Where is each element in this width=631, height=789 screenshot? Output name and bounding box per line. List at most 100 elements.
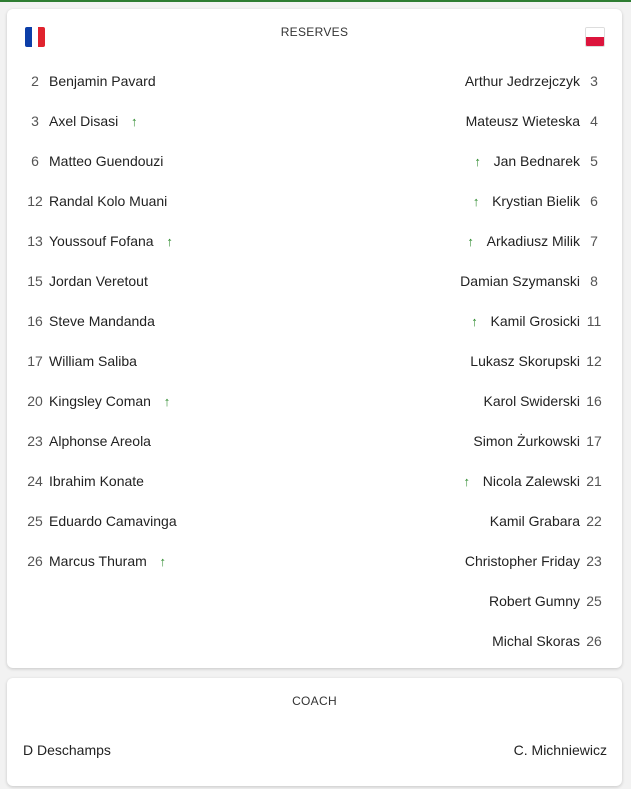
player-name[interactable]: Damian Szymanski (460, 273, 580, 289)
player-number: 8 (590, 273, 598, 289)
away-player-row[interactable]: Arthur Jedrzejczyk 3 (322, 61, 622, 101)
arrow-up-icon: ↑ (166, 233, 173, 249)
player-number: 22 (586, 513, 602, 529)
player-name[interactable]: Karol Swiderski (484, 393, 580, 409)
player-number: 25 (586, 593, 602, 609)
player-number: 15 (27, 273, 43, 289)
player-number: 5 (590, 153, 598, 169)
poland-flag-icon (585, 27, 605, 47)
away-player-row[interactable]: Simon Żurkowski 17 (322, 421, 622, 461)
away-coach-name[interactable]: C. Michniewicz (514, 742, 607, 758)
home-player-row[interactable]: 16 Steve Mandanda (7, 301, 307, 341)
away-player-row[interactable]: ↑ Nicola Zalewski 21 (322, 461, 622, 501)
player-number: 26 (586, 633, 602, 649)
player-number: 2 (31, 73, 39, 89)
player-number: 13 (27, 233, 43, 249)
player-number: 7 (590, 233, 598, 249)
player-number: 6 (31, 153, 39, 169)
away-player-row[interactable]: Damian Szymanski 8 (322, 261, 622, 301)
player-number: 23 (586, 553, 602, 569)
home-player-row[interactable]: 26 Marcus Thuram ↑ (7, 541, 307, 581)
player-name[interactable]: Steve Mandanda (49, 313, 155, 329)
arrow-up-icon: ↑ (471, 313, 478, 329)
player-name[interactable]: Randal Kolo Muani (49, 193, 167, 209)
home-player-row[interactable]: 25 Eduardo Camavinga (7, 501, 307, 541)
reserves-card: RESERVES 2 Benjamin Pavard 3 Axel Disasi ↑ 6 M… (7, 9, 622, 668)
away-player-row[interactable]: Mateusz Wieteska 4 (322, 101, 622, 141)
player-name[interactable]: Jordan Veretout (49, 273, 148, 289)
arrow-up-icon: ↑ (474, 153, 481, 169)
player-name[interactable]: Benjamin Pavard (49, 73, 156, 89)
player-name[interactable]: Jan Bednarek (494, 153, 580, 169)
player-number: 17 (586, 433, 602, 449)
player-number: 12 (586, 353, 602, 369)
player-number: 20 (27, 393, 43, 409)
home-player-row[interactable]: 20 Kingsley Coman ↑ (7, 381, 307, 421)
player-number: 17 (27, 353, 43, 369)
player-name[interactable]: William Saliba (49, 353, 137, 369)
player-name[interactable]: Christopher Friday (465, 553, 580, 569)
arrow-up-icon: ↑ (463, 473, 471, 489)
player-name[interactable]: Arthur Jedrzejczyk (465, 73, 580, 89)
player-name[interactable]: Kamil Grabara (490, 513, 580, 529)
player-name[interactable]: Eduardo Camavinga (49, 513, 177, 529)
player-number: 21 (586, 473, 602, 489)
home-player-row[interactable]: 3 Axel Disasi ↑ (7, 101, 307, 141)
player-name[interactable]: Alphonse Areola (49, 433, 151, 449)
home-player-row[interactable]: 24 Ibrahim Konate (7, 461, 307, 501)
away-player-row[interactable]: Christopher Friday 23 (322, 541, 622, 581)
home-player-row[interactable]: 12 Randal Kolo Muani (7, 181, 307, 221)
away-player-row[interactable]: Lukasz Skorupski 12 (322, 341, 622, 381)
player-number: 25 (27, 513, 43, 529)
player-name[interactable]: Ibrahim Konate (49, 473, 144, 489)
away-player-row[interactable]: ↑ Arkadiusz Milik 7 (322, 221, 622, 261)
player-number: 23 (27, 433, 43, 449)
player-name[interactable]: Axel Disasi (49, 113, 118, 129)
coach-card: COACH D Deschamps C. Michniewicz (7, 678, 622, 786)
player-number: 6 (590, 193, 598, 209)
home-player-row[interactable]: 15 Jordan Veretout (7, 261, 307, 301)
arrow-up-icon: ↑ (472, 193, 480, 209)
home-player-row[interactable]: 13 Youssouf Fofana ↑ (7, 221, 307, 261)
top-accent-line (0, 0, 631, 2)
player-name[interactable]: Kingsley Coman (49, 393, 151, 409)
away-player-row[interactable]: Robert Gumny 25 (322, 581, 622, 621)
player-name[interactable]: Matteo Guendouzi (49, 153, 163, 169)
away-player-row[interactable]: ↑ Kamil Grosicki 11 (322, 301, 622, 341)
player-number: 26 (27, 553, 43, 569)
home-coach-name[interactable]: D Deschamps (23, 742, 111, 758)
arrow-up-icon: ↑ (159, 553, 167, 569)
player-number: 24 (27, 473, 43, 489)
player-name[interactable]: Youssouf Fofana (49, 233, 154, 249)
away-player-row[interactable]: Karol Swiderski 16 (322, 381, 622, 421)
away-player-row[interactable]: ↑ Krystian Bielik 6 (322, 181, 622, 221)
player-number: 3 (31, 113, 39, 129)
home-reserves-list: 2 Benjamin Pavard 3 Axel Disasi ↑ 6 Matteo Gue… (7, 61, 307, 581)
player-name[interactable]: Krystian Bielik (492, 193, 580, 209)
player-number: 16 (586, 393, 602, 409)
home-player-row[interactable]: 17 William Saliba (7, 341, 307, 381)
away-player-row[interactable]: ↑ Jan Bednarek 5 (322, 141, 622, 181)
away-player-row[interactable]: Michal Skoras 26 (322, 621, 622, 661)
player-name[interactable]: Lukasz Skorupski (470, 353, 580, 369)
player-name[interactable]: Kamil Grosicki (491, 313, 580, 329)
player-name[interactable]: Simon Żurkowski (473, 433, 580, 449)
arrow-up-icon: ↑ (467, 233, 474, 249)
player-name[interactable]: Robert Gumny (489, 593, 580, 609)
player-name[interactable]: Marcus Thuram (49, 553, 147, 569)
away-player-row[interactable]: Kamil Grabara 22 (322, 501, 622, 541)
player-number: 11 (586, 313, 602, 329)
away-reserves-list: Arthur Jedrzejczyk 3 Mateusz Wieteska 4 ↑ Jan… (322, 61, 622, 661)
home-player-row[interactable]: 2 Benjamin Pavard (7, 61, 307, 101)
player-number: 3 (590, 73, 598, 89)
home-player-row[interactable]: 6 Matteo Guendouzi (7, 141, 307, 181)
arrow-up-icon: ↑ (163, 393, 171, 409)
reserves-title: RESERVES (280, 25, 349, 39)
player-name[interactable]: Arkadiusz Milik (487, 233, 580, 249)
player-name[interactable]: Michal Skoras (492, 633, 580, 649)
home-player-row[interactable]: 23 Alphonse Areola (7, 421, 307, 461)
player-number: 12 (27, 193, 43, 209)
player-name[interactable]: Nicola Zalewski (483, 473, 580, 489)
player-number: 16 (27, 313, 43, 329)
player-name[interactable]: Mateusz Wieteska (466, 113, 580, 129)
